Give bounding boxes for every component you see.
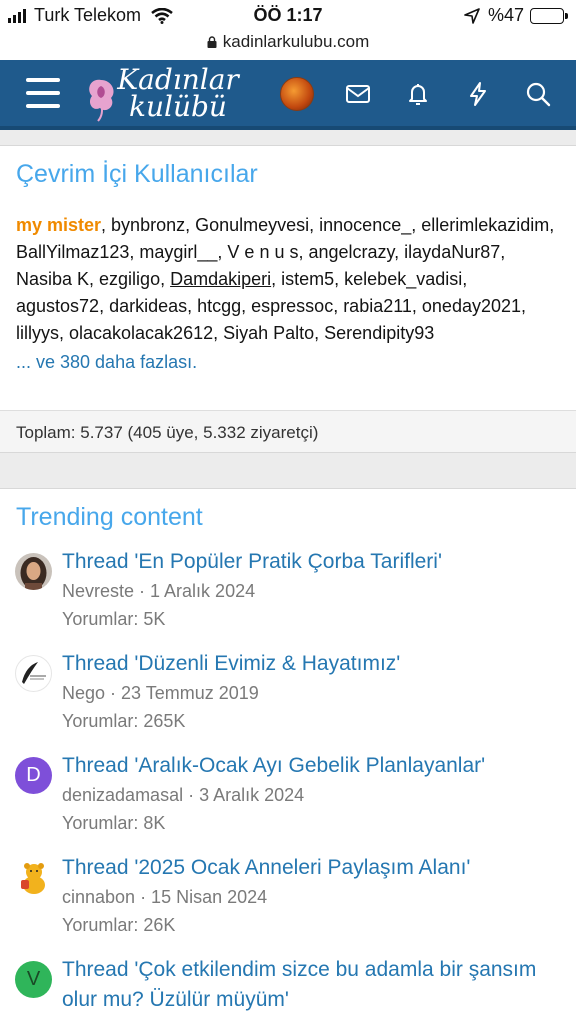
menu-icon[interactable] (26, 78, 60, 108)
logo-line-1: Kadınlar (117, 63, 239, 96)
lock-icon (207, 36, 217, 48)
thread-meta: Nego · 23 Temmuz 2019 (62, 683, 259, 703)
thread-title[interactable]: Thread 'Çok etkilendim sizce bu adamla b… (62, 955, 562, 1015)
quill-avatar[interactable] (15, 655, 52, 692)
online-total: Toplam: 5.737 (405 üye, 5.332 ziyaretçi) (0, 410, 576, 452)
url-bar[interactable]: kadinlarkulubu.com (0, 32, 576, 60)
photo-avatar[interactable] (15, 553, 52, 590)
trending-item[interactable]: Thread 'Düzenli Evimiz & Hayatımız' Nego… (0, 649, 576, 751)
online-users-block: Çevrim İçi Kullanıcılar my mister, bynbr… (0, 145, 576, 453)
user-avatar[interactable] (280, 77, 314, 111)
thread-meta: cinnabon · 15 Nisan 2024 (62, 887, 268, 907)
letter-avatar[interactable]: D (15, 757, 52, 794)
thread-title[interactable]: Thread 'Düzenli Evimiz & Hayatımız' (62, 649, 562, 679)
letter-avatar[interactable]: V (15, 961, 52, 998)
trending-item[interactable]: V Thread 'Çok etkilendim sizce bu adamla… (0, 955, 576, 1024)
online-users-list: my mister, bynbronz, Gonulmeyvesi, innoc… (0, 204, 576, 347)
trending-block: Trending content Thread 'En Popüler Prat… (0, 488, 576, 1024)
site-logo[interactable]: Kadınlar kulübü (84, 64, 244, 126)
status-bar: Turk Telekom ÖÖ 1:17 %47 (0, 0, 576, 32)
thread-title[interactable]: Thread 'En Popüler Pratik Çorba Tarifler… (62, 547, 562, 577)
thread-meta: Nevreste · 1 Aralık 2024 (62, 581, 256, 601)
trending-title: Trending content (16, 503, 203, 531)
thread-replies: Yorumlar: 265K (62, 711, 186, 731)
thread-title[interactable]: Thread '2025 Ocak Anneleri Paylaşım Alan… (62, 853, 562, 883)
location-arrow-icon (464, 7, 480, 24)
thread-replies: Yorumlar: 8K (62, 813, 166, 833)
bell-icon[interactable] (404, 80, 432, 108)
url-text: kadinlarkulubu.com (222, 32, 370, 51)
search-icon[interactable] (524, 80, 552, 108)
bolt-icon[interactable] (464, 80, 492, 108)
online-users-title[interactable]: Çevrim İçi Kullanıcılar (0, 146, 576, 204)
trending-item[interactable]: Thread 'En Popüler Pratik Çorba Tarifler… (0, 547, 576, 649)
battery-percent: %47 (487, 5, 524, 25)
bear-avatar[interactable] (15, 859, 52, 896)
flower-logo-icon (89, 79, 114, 122)
thread-replies: Yorumlar: 26K (62, 915, 176, 935)
logo-line-2: kulübü (129, 90, 227, 123)
trending-item[interactable]: D Thread 'Aralık-Ocak Ayı Gebelik Planla… (0, 751, 576, 853)
site-header: Kadınlar kulübü (0, 60, 576, 130)
current-user-link[interactable]: my mister (16, 215, 101, 235)
trending-item[interactable]: Thread '2025 Ocak Anneleri Paylaşım Alan… (0, 853, 576, 955)
thread-meta: denizadamasal · 3 Aralık 2024 (62, 785, 305, 805)
thread-title[interactable]: Thread 'Aralık-Ocak Ayı Gebelik Planlaya… (62, 751, 562, 781)
more-users-link[interactable]: ... ve 380 daha fazlası. (0, 347, 576, 375)
thread-replies: Yorumlar: 5K (62, 609, 166, 629)
battery-icon (530, 7, 568, 24)
underlined-user-link[interactable]: Damdakiperi (170, 269, 271, 289)
inbox-icon[interactable] (344, 80, 372, 108)
